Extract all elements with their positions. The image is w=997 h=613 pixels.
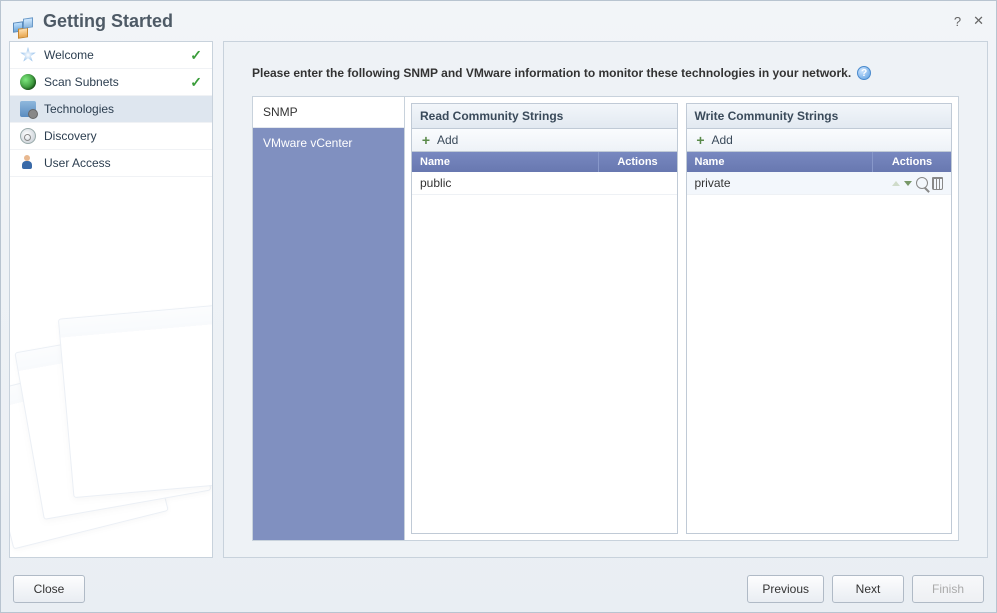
row-name: private — [687, 172, 874, 194]
decorative-background — [9, 290, 213, 558]
panels: Read Community Strings + Add Name Action… — [405, 97, 958, 540]
step-discovery[interactable]: Discovery — [10, 123, 212, 150]
plus-icon: + — [695, 134, 707, 146]
step-welcome[interactable]: Welcome ✓ — [10, 42, 212, 69]
app-icon — [13, 10, 35, 32]
category-list: SNMP VMware vCenter — [253, 97, 405, 540]
step-label: Welcome — [44, 48, 190, 62]
body: Welcome ✓ Scan Subnets ✓ Technologies Di… — [1, 41, 996, 566]
col-actions: Actions — [599, 152, 677, 172]
move-up-icon[interactable] — [892, 181, 900, 186]
row-actions — [873, 172, 951, 194]
category-vmware-vcenter[interactable]: VMware vCenter — [253, 128, 404, 540]
wizard-window: Getting Started ? ✕ Welcome ✓ Scan Subne… — [0, 0, 997, 613]
check-icon: ✓ — [190, 74, 202, 91]
footer: Close Previous Next Finish — [1, 566, 996, 612]
close-button[interactable]: Close — [13, 575, 85, 603]
star-icon — [20, 47, 36, 63]
col-actions: Actions — [873, 152, 951, 172]
plus-icon: + — [420, 134, 432, 146]
step-label: Scan Subnets — [44, 75, 190, 89]
row-actions — [599, 172, 677, 194]
instruction-label: Please enter the following SNMP and VMwa… — [252, 66, 851, 80]
window-title: Getting Started — [43, 11, 942, 32]
delete-icon[interactable] — [932, 177, 943, 190]
step-scan-subnets[interactable]: Scan Subnets ✓ — [10, 69, 212, 96]
titlebar: Getting Started ? ✕ — [1, 1, 996, 41]
content-area: SNMP VMware vCenter Read Community Strin… — [252, 96, 959, 541]
add-label: Add — [437, 133, 458, 147]
step-label: Technologies — [44, 102, 202, 116]
category-snmp[interactable]: SNMP — [253, 97, 404, 128]
edit-icon[interactable] — [916, 177, 928, 189]
help-button[interactable]: ? — [954, 14, 961, 29]
panel-title: Write Community Strings — [687, 104, 952, 129]
table-row[interactable]: public — [412, 172, 677, 195]
user-icon — [20, 155, 36, 171]
next-button[interactable]: Next — [832, 575, 904, 603]
instruction-text: Please enter the following SNMP and VMwa… — [252, 66, 959, 80]
main-panel: Please enter the following SNMP and VMwa… — [223, 41, 988, 558]
row-name: public — [412, 172, 599, 194]
col-name: Name — [412, 152, 599, 172]
panel-title: Read Community Strings — [412, 104, 677, 129]
info-icon[interactable]: ? — [857, 66, 871, 80]
check-icon: ✓ — [190, 47, 202, 64]
add-label: Add — [712, 133, 733, 147]
step-label: User Access — [44, 156, 202, 170]
write-community-panel: Write Community Strings + Add Name Actio… — [686, 103, 953, 534]
write-rows: private — [687, 172, 952, 533]
read-community-panel: Read Community Strings + Add Name Action… — [411, 103, 678, 534]
step-label: Discovery — [44, 129, 202, 143]
step-user-access[interactable]: User Access — [10, 150, 212, 177]
finish-button: Finish — [912, 575, 984, 603]
column-header: Name Actions — [687, 152, 952, 172]
wizard-steps-sidebar: Welcome ✓ Scan Subnets ✓ Technologies Di… — [9, 41, 213, 558]
move-down-icon[interactable] — [904, 181, 912, 186]
step-technologies[interactable]: Technologies — [10, 96, 212, 123]
close-icon[interactable]: ✕ — [973, 13, 984, 29]
table-row[interactable]: private — [687, 172, 952, 195]
add-write-string-button[interactable]: + Add — [687, 129, 952, 152]
col-name: Name — [687, 152, 874, 172]
technologies-icon — [20, 101, 36, 117]
add-read-string-button[interactable]: + Add — [412, 129, 677, 152]
previous-button[interactable]: Previous — [747, 575, 824, 603]
globe-icon — [20, 74, 36, 90]
discovery-icon — [20, 128, 36, 144]
column-header: Name Actions — [412, 152, 677, 172]
read-rows: public — [412, 172, 677, 533]
